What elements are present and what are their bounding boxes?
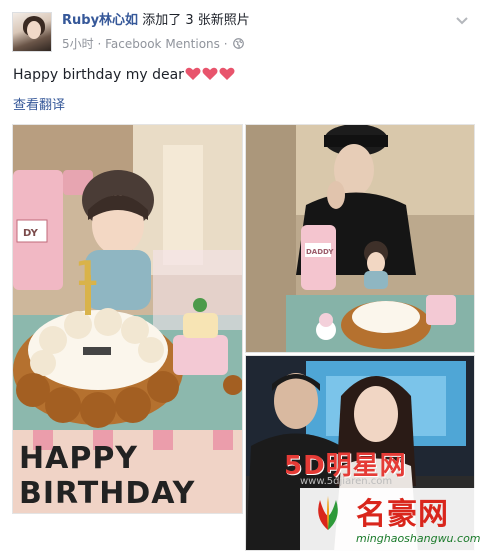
heart-emoji-icon [202, 67, 218, 80]
post-time[interactable]: 5小时 [62, 37, 94, 51]
photo-1[interactable]: DY 1 HAPPY BIRTHDAY [12, 124, 243, 514]
post-action-text: 添加了 3 张新照片 [142, 13, 250, 28]
globe-icon[interactable] [233, 38, 245, 49]
facebook-post: Ruby林心如 添加了 3 张新照片 5小时 · Facebook Mentio… [0, 0, 480, 551]
author-name[interactable]: Ruby林心如 [62, 13, 138, 28]
post-message-text: Happy birthday my dear [13, 67, 184, 83]
candle-number: 1 [75, 254, 99, 294]
cake-banner-text-2: BIRTHDAY [19, 476, 196, 511]
post-meta: 5小时 · Facebook Mentions · [62, 35, 245, 52]
watermark-minghao-url: minghaoshangwu.com [356, 532, 480, 545]
watermark-minghao: 名豪网 [356, 497, 449, 532]
heart-emoji-icon [219, 67, 235, 80]
post-header: Ruby林心如 添加了 3 张新照片 [62, 12, 250, 30]
meta-separator: · [97, 37, 102, 51]
board-label: DY [23, 228, 39, 239]
post-source[interactable]: Facebook Mentions [105, 37, 220, 51]
minghao-logo-icon [318, 496, 338, 530]
watermark-5d-url: www.5djiaren.com [300, 476, 393, 487]
meta-separator-2: · [223, 37, 228, 51]
heart-emoji-icon [185, 67, 201, 80]
cake-banner-text-1: HAPPY [19, 441, 138, 476]
author-avatar[interactable] [12, 12, 52, 52]
photo-2[interactable]: DADDY [245, 124, 475, 353]
post-message: Happy birthday my dear [13, 67, 235, 83]
board-label-2: DADDY [306, 248, 334, 256]
see-translation-link[interactable]: 查看翻译 [13, 94, 65, 113]
hearts [184, 67, 235, 83]
chevron-down-icon[interactable] [454, 12, 470, 28]
